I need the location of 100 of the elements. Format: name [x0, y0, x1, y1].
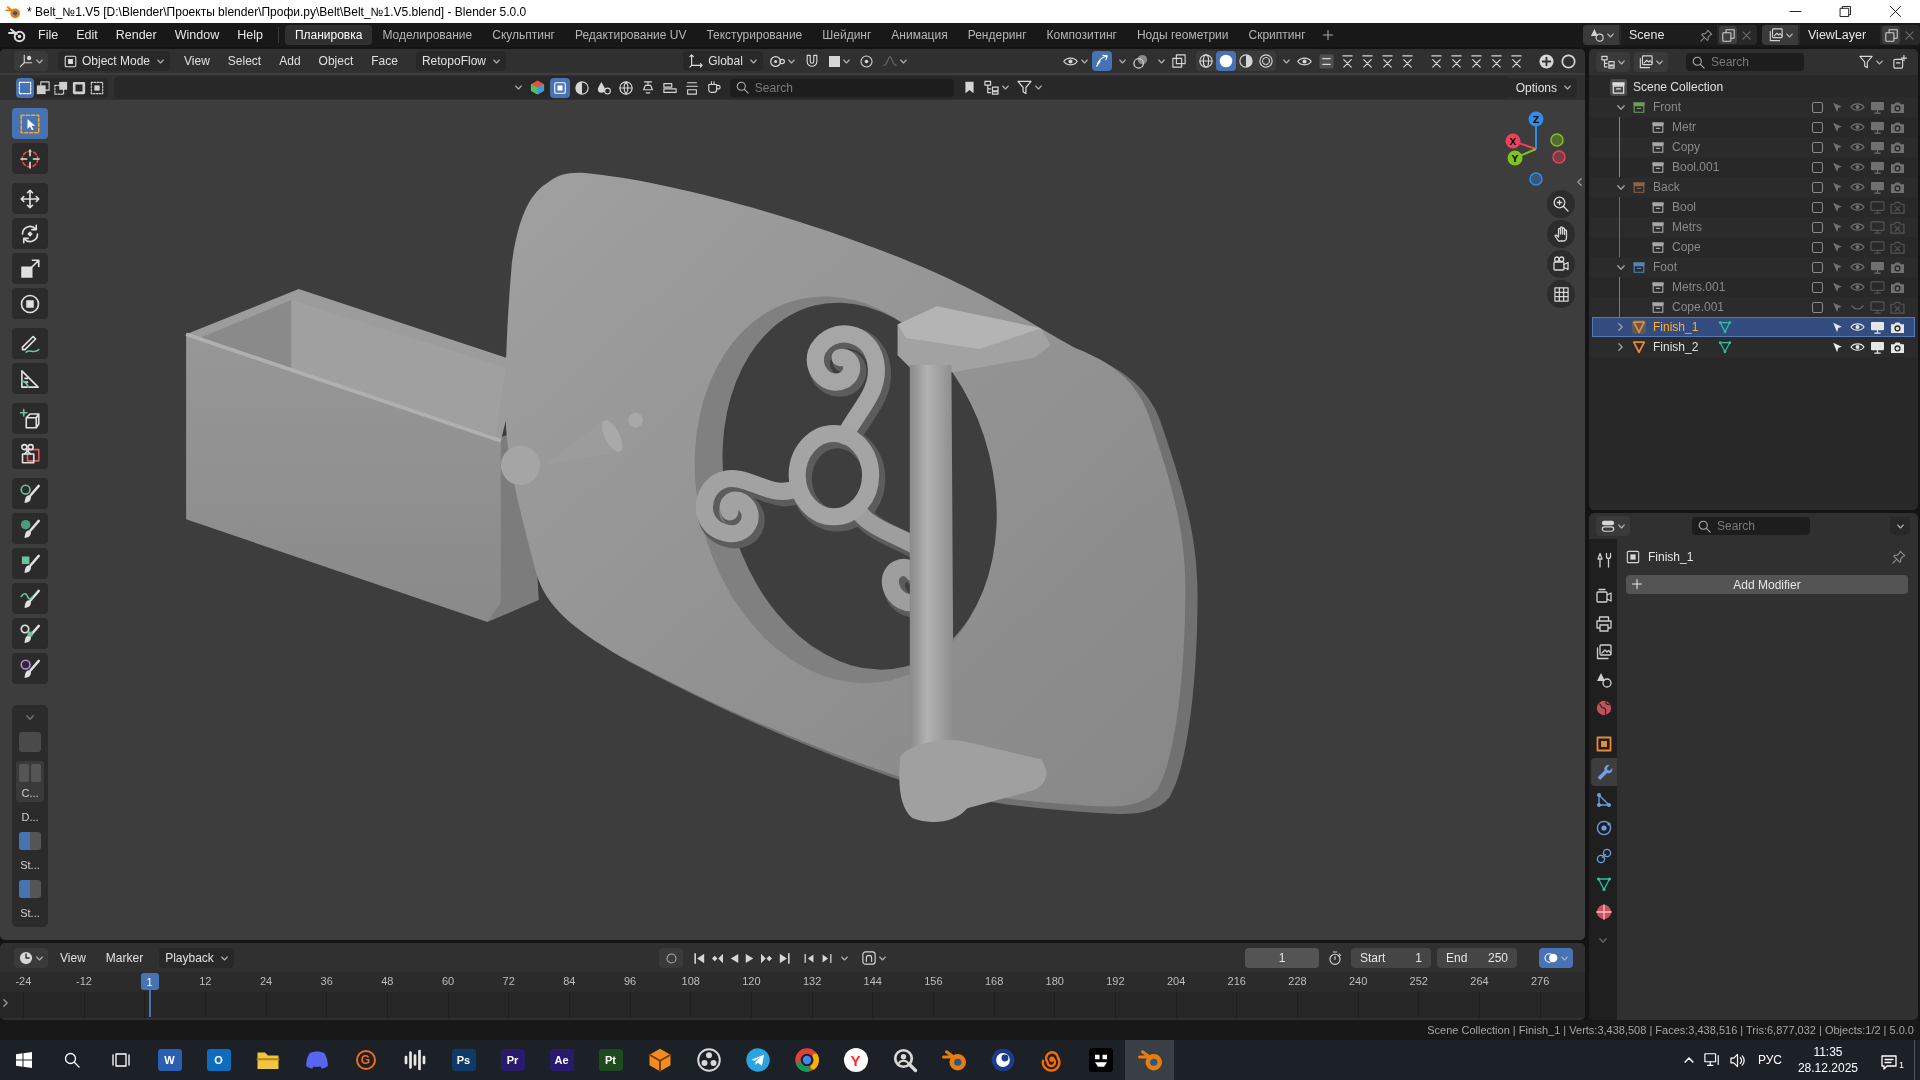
navigation-gizmo[interactable]: Z X Y: [1499, 110, 1573, 188]
clock-button[interactable]: 11:35 28.12.2025: [1789, 1040, 1866, 1080]
camera-icon[interactable]: [1889, 340, 1905, 354]
menu-item[interactable]: Add: [271, 51, 309, 71]
filter-toggle[interactable]: [549, 77, 570, 98]
start-frame-field[interactable]: Start 1: [1351, 948, 1431, 968]
notifications-button[interactable]: 1: [1866, 1040, 1914, 1080]
workspace-tab[interactable]: Планировка: [284, 25, 373, 45]
pointer-icon[interactable]: [1831, 321, 1843, 333]
menu-item[interactable]: Face: [363, 51, 406, 71]
search-field[interactable]: Search: [729, 78, 954, 97]
mode-dropdown[interactable]: Object Mode: [58, 51, 171, 71]
workspace-tab[interactable]: Анимация: [881, 25, 958, 45]
menu-item[interactable]: Object: [310, 51, 362, 71]
icon-button[interactable]: [1558, 51, 1579, 71]
3d-viewport[interactable]: Object Mode View Select Add Object Face RetopoFlow Global Search Options C... D... St... St... Z X Y: [0, 49, 1585, 940]
editor-type-button[interactable]: [14, 51, 48, 71]
shading-button[interactable]: [1196, 51, 1216, 71]
xray-toggle[interactable]: [1169, 51, 1189, 71]
axis-ball[interactable]: Y: [1507, 150, 1523, 166]
tool-button[interactable]: [12, 183, 48, 214]
scene-field[interactable]: Scene: [1621, 25, 1717, 45]
display-mode-button[interactable]: [1634, 52, 1668, 72]
taskbar-button[interactable]: Ae: [537, 1040, 586, 1080]
toggle-switch[interactable]: [19, 880, 41, 898]
tool-button[interactable]: [12, 548, 48, 579]
swatch-button[interactable]: [19, 732, 41, 752]
view-layer-menu-button[interactable]: [1762, 25, 1798, 45]
outliner-row[interactable]: Finish_1: [1592, 317, 1915, 337]
workspace-tab[interactable]: Композитинг: [1036, 25, 1127, 45]
language-button[interactable]: РУС: [1749, 1040, 1790, 1080]
taskbar-button[interactable]: Pt: [586, 1040, 635, 1080]
shading-button[interactable]: [1216, 51, 1236, 71]
editor-type-button[interactable]: [14, 948, 48, 968]
search-field[interactable]: Search: [1692, 517, 1810, 535]
editor-type-button[interactable]: [1596, 52, 1630, 72]
tool-button[interactable]: [12, 143, 48, 174]
grid-swatch-button[interactable]: C...: [16, 761, 44, 802]
taskbar-button[interactable]: Pr: [488, 1040, 537, 1080]
icon-button[interactable]: [1536, 51, 1557, 71]
axis-dot[interactable]: [1529, 172, 1543, 186]
timeline-track[interactable]: -24 -12 1 12 24 36 48 60 72 84 96 108 120 132 144 156 168 180 192 204 216 228 240 252 264 276: [0, 972, 1585, 1018]
workspace-tab[interactable]: Скульптинг: [482, 25, 565, 45]
menu-item[interactable]: View: [52, 948, 94, 968]
workspace-tab[interactable]: Моделирование: [372, 25, 483, 45]
tool-button[interactable]: [12, 328, 48, 359]
tool-button[interactable]: [12, 108, 48, 139]
icon-button[interactable]: [1316, 51, 1337, 71]
workspace-tab[interactable]: Скриптинг: [1238, 25, 1316, 45]
axis-dot[interactable]: [1552, 150, 1566, 164]
camera-icon[interactable]: [1889, 320, 1905, 334]
axis-dot[interactable]: [1550, 133, 1564, 147]
pan-button[interactable]: [1547, 220, 1575, 248]
toggle-switch[interactable]: [19, 832, 41, 850]
panel-menu-button[interactable]: [1890, 517, 1910, 535]
new-collection-button[interactable]: [1890, 52, 1910, 72]
menu-item[interactable]: File: [29, 25, 68, 45]
orientation-dropdown[interactable]: Global: [683, 51, 763, 71]
taskbar-button[interactable]: Y: [831, 1040, 880, 1080]
zoom-button[interactable]: [1547, 190, 1575, 218]
shading-button[interactable]: [1236, 51, 1256, 71]
workspace-tab[interactable]: Текстурирование: [696, 25, 813, 45]
addon-dropdown[interactable]: RetopoFlow: [415, 51, 506, 71]
menu-item[interactable]: Help: [228, 25, 272, 45]
perspective-button[interactable]: [1547, 280, 1575, 308]
playhead[interactable]: 1: [140, 973, 159, 1018]
taskbar-button[interactable]: G: [341, 1040, 390, 1080]
menu-item[interactable]: Select: [219, 51, 270, 71]
workspace-tab[interactable]: Шейдинг: [812, 25, 882, 45]
workspace-tab[interactable]: Ноды геометрии: [1126, 25, 1239, 45]
workspace-tab[interactable]: Рендеринг: [957, 25, 1037, 45]
pin-button[interactable]: [1890, 548, 1908, 566]
add-modifier-button[interactable]: Add Modifier: [1626, 575, 1908, 594]
menu-item[interactable]: View: [176, 51, 218, 71]
selection-mode-button[interactable]: [16, 77, 34, 98]
view-layer-field[interactable]: ViewLayer: [1800, 25, 1880, 45]
pointer-icon[interactable]: [1831, 341, 1843, 353]
tool-button[interactable]: [12, 513, 48, 544]
axis-ball[interactable]: Z: [1528, 111, 1544, 127]
tool-button[interactable]: [12, 583, 48, 614]
tool-button[interactable]: [12, 218, 48, 249]
end-frame-field[interactable]: End 250: [1437, 948, 1517, 968]
outliner-row[interactable]: Scene Collection: [1589, 77, 1918, 97]
tool-button[interactable]: [12, 288, 48, 319]
shading-button[interactable]: [1256, 51, 1276, 71]
taskbar-button[interactable]: W: [145, 1040, 194, 1080]
scene-menu-button[interactable]: [1583, 25, 1619, 45]
menu-item[interactable]: Edit: [67, 25, 107, 45]
tool-button[interactable]: [12, 438, 48, 469]
menu-item[interactable]: Marker: [97, 948, 152, 968]
chevron-icon[interactable]: [1618, 323, 1623, 331]
menu-item[interactable]: Window: [165, 25, 229, 45]
new-view-layer-button[interactable]: [1882, 26, 1900, 44]
monitor-icon[interactable]: [1869, 320, 1885, 334]
record-button[interactable]: [659, 948, 684, 968]
tool-button[interactable]: [12, 618, 48, 649]
taskbar-button[interactable]: O: [194, 1040, 243, 1080]
search-field[interactable]: Search: [1686, 53, 1804, 71]
new-scene-button[interactable]: [1719, 26, 1737, 44]
options-dropdown[interactable]: Options: [1509, 77, 1577, 98]
